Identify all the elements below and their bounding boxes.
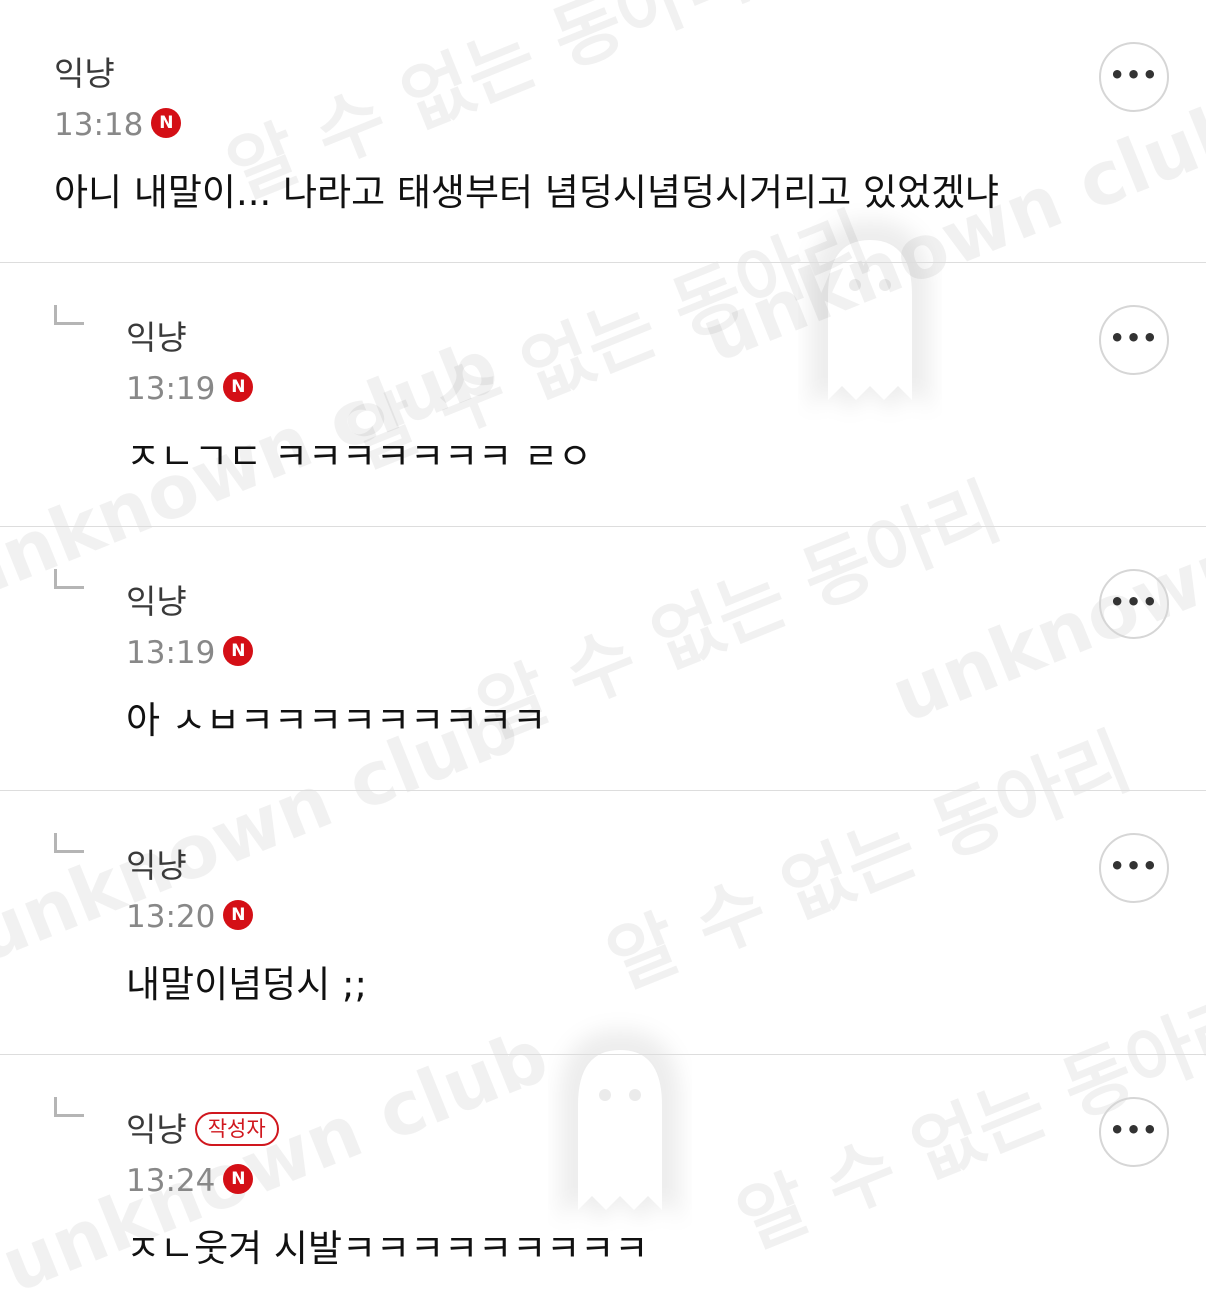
- comment-author: 익냥: [54, 54, 115, 93]
- comment-meta: 13:20 N: [126, 897, 254, 937]
- comment-meta: 13:19 N: [126, 369, 254, 409]
- comment-author: 익냥 작성자: [126, 1110, 279, 1150]
- more-options-button[interactable]: •••: [1099, 569, 1169, 639]
- new-badge-icon: N: [223, 1164, 254, 1194]
- comment-text: 아니 내말이... 나라고 태생부터 념덩시념덩시거리고 있었겠냐: [54, 171, 1000, 214]
- comment-author-name: 익냥: [126, 1110, 187, 1149]
- new-badge-icon: N: [223, 372, 254, 402]
- comment-time: 13:19: [126, 635, 216, 671]
- more-options-button[interactable]: •••: [1099, 1097, 1169, 1167]
- reply-item: 익냥 작성자 13:24 N ㅈㄴ웃겨 시발ㅋㅋㅋㅋㅋㅋㅋㅋㅋ •••: [0, 1055, 1206, 1315]
- comment-time: 13:24: [126, 1163, 216, 1199]
- comment-author: 익냥: [126, 846, 187, 885]
- comment-text: 내말이념덩시 ;;: [126, 963, 367, 1006]
- comment-author: 익냥: [126, 582, 187, 621]
- comment-author: 익냥: [126, 318, 187, 357]
- more-options-button[interactable]: •••: [1099, 305, 1169, 375]
- comment-meta: 13:18 N: [54, 105, 182, 145]
- reply-arrow-icon: [54, 833, 84, 853]
- comment-time: 13:20: [126, 899, 216, 935]
- new-badge-icon: N: [151, 108, 182, 138]
- reply-arrow-icon: [54, 569, 84, 589]
- comment-time: 13:18: [54, 107, 144, 143]
- comment-meta: 13:19 N: [126, 633, 254, 673]
- comment-text: ㅈㄴㄱㄷ ㅋㅋㅋㅋㅋㅋㅋ ㄹㅇ: [126, 435, 593, 478]
- comment-item: 익냥 13:18 N 아니 내말이... 나라고 태생부터 념덩시념덩시거리고 있…: [0, 0, 1206, 262]
- more-options-button[interactable]: •••: [1099, 833, 1169, 903]
- reply-item: 익냥 13:19 N 아 ㅅㅂㅋㅋㅋㅋㅋㅋㅋㅋㅋ •••: [0, 527, 1206, 790]
- reply-item: 익냥 13:20 N 내말이념덩시 ;; •••: [0, 791, 1206, 1054]
- writer-badge: 작성자: [194, 1111, 279, 1146]
- comment-text: ㅈㄴ웃겨 시발ㅋㅋㅋㅋㅋㅋㅋㅋㅋ: [126, 1227, 649, 1270]
- reply-item: 익냥 13:19 N ㅈㄴㄱㄷ ㅋㅋㅋㅋㅋㅋㅋ ㄹㅇ •••: [0, 263, 1206, 526]
- comment-time: 13:19: [126, 371, 216, 407]
- comment-meta: 13:24 N: [126, 1161, 254, 1201]
- reply-arrow-icon: [54, 305, 84, 325]
- comment-text: 아 ㅅㅂㅋㅋㅋㅋㅋㅋㅋㅋㅋ: [126, 699, 547, 742]
- new-badge-icon: N: [223, 900, 254, 930]
- reply-arrow-icon: [54, 1097, 84, 1117]
- new-badge-icon: N: [223, 636, 254, 666]
- more-options-button[interactable]: •••: [1099, 42, 1169, 112]
